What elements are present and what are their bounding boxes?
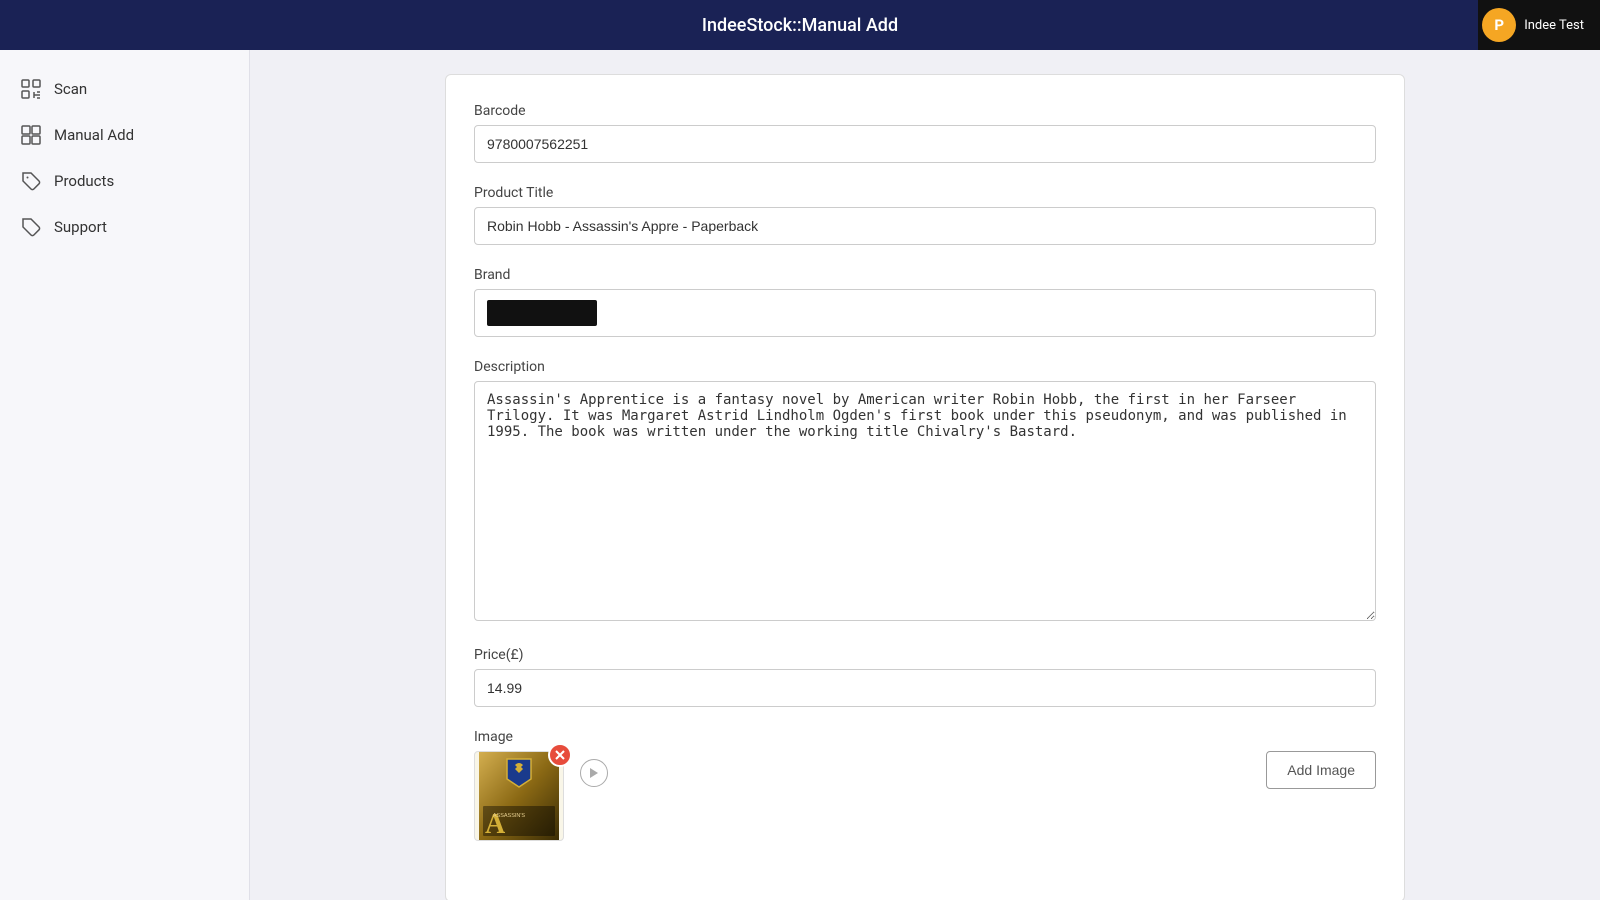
brand-group: Brand bbox=[474, 267, 1376, 337]
username: Indee Test bbox=[1524, 18, 1584, 33]
user-menu[interactable]: P Indee Test bbox=[1478, 0, 1600, 50]
sidebar: Scan Manual Add Products bbox=[0, 50, 250, 900]
brand-value-box bbox=[487, 300, 597, 326]
product-title-input[interactable] bbox=[474, 207, 1376, 245]
image-label: Image bbox=[474, 729, 1376, 745]
app-header: IndeeStock::Manual Add P Indee Test bbox=[0, 0, 1600, 50]
price-group: Price(£) bbox=[474, 647, 1376, 707]
sidebar-label-support: Support bbox=[54, 218, 107, 236]
image-section: A ASSASSIN'S bbox=[474, 751, 1376, 841]
price-label: Price(£) bbox=[474, 647, 1376, 663]
main-content: Barcode Product Title Brand Description … bbox=[250, 50, 1600, 900]
image-controls bbox=[580, 751, 608, 787]
barcode-input[interactable] bbox=[474, 125, 1376, 163]
grid-icon bbox=[20, 124, 42, 146]
header-title: IndeeStock::Manual Add bbox=[702, 15, 898, 36]
play-icon bbox=[589, 767, 599, 779]
image-preview-wrapper: A ASSASSIN'S bbox=[474, 751, 564, 841]
brand-input[interactable] bbox=[474, 289, 1376, 337]
sidebar-item-support[interactable]: Support bbox=[0, 204, 249, 250]
play-button[interactable] bbox=[580, 759, 608, 787]
sidebar-label-manual-add: Manual Add bbox=[54, 126, 134, 144]
barcode-label: Barcode bbox=[474, 103, 1376, 119]
product-title-group: Product Title bbox=[474, 185, 1376, 245]
scan-icon bbox=[20, 78, 42, 100]
avatar: P bbox=[1482, 8, 1516, 42]
add-image-button[interactable]: Add Image bbox=[1266, 751, 1376, 789]
sidebar-item-manual-add[interactable]: Manual Add bbox=[0, 112, 249, 158]
manual-add-form: Barcode Product Title Brand Description … bbox=[445, 74, 1405, 900]
image-group: Image bbox=[474, 729, 1376, 851]
remove-image-button[interactable] bbox=[548, 743, 572, 767]
description-group: Description Assassin's Apprentice is a f… bbox=[474, 359, 1376, 625]
support-icon bbox=[20, 216, 42, 238]
image-preview: A ASSASSIN'S bbox=[474, 751, 564, 841]
description-label: Description bbox=[474, 359, 1376, 375]
price-input[interactable] bbox=[474, 669, 1376, 707]
barcode-group: Barcode bbox=[474, 103, 1376, 163]
close-icon bbox=[555, 750, 565, 760]
sidebar-label-products: Products bbox=[54, 172, 114, 190]
product-title-label: Product Title bbox=[474, 185, 1376, 201]
tag-icon bbox=[20, 170, 42, 192]
description-textarea[interactable]: Assassin's Apprentice is a fantasy novel… bbox=[474, 381, 1376, 621]
book-cover-svg: A ASSASSIN'S bbox=[479, 751, 559, 841]
svg-text:ASSASSIN'S: ASSASSIN'S bbox=[493, 813, 526, 819]
sidebar-label-scan: Scan bbox=[54, 80, 87, 98]
brand-label: Brand bbox=[474, 267, 1376, 283]
app-layout: Scan Manual Add Products bbox=[0, 50, 1600, 900]
sidebar-item-scan[interactable]: Scan bbox=[0, 66, 249, 112]
sidebar-item-products[interactable]: Products bbox=[0, 158, 249, 204]
